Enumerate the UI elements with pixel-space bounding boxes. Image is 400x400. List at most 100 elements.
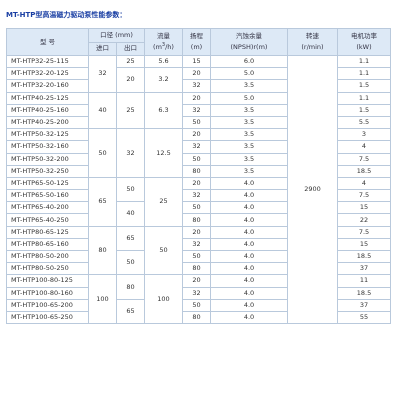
- flow-cell: 3.2: [144, 67, 183, 93]
- inlet-cell: 50: [88, 128, 117, 178]
- head-cell: 50: [182, 152, 211, 166]
- model-cell: MT-HTP50-32-160: [6, 140, 89, 154]
- head-cell: 50: [182, 115, 211, 130]
- inlet-cell: 40: [88, 91, 117, 130]
- power-cell: 4: [337, 176, 391, 191]
- model-cell: MT-HTP80-50-200: [6, 249, 89, 264]
- power-cell: 7.5: [337, 189, 391, 203]
- flow-cell: 50: [144, 225, 183, 276]
- npsh-cell: 3.5: [210, 79, 288, 93]
- model-cell: MT-HTP100-80-125: [6, 274, 89, 288]
- power-cell: 18.5: [337, 286, 391, 300]
- model-cell: MT-HTP80-65-125: [6, 225, 89, 239]
- power-cell: 22: [337, 213, 391, 227]
- model-cell: MT-HTP40-25-125: [6, 91, 89, 105]
- head-cell: 80: [182, 164, 211, 178]
- outlet-cell: 80: [116, 274, 145, 300]
- power-cell: 18.5: [337, 249, 391, 264]
- power-cell: 1.5: [337, 103, 391, 117]
- npsh-cell: 3.5: [210, 152, 288, 166]
- head-cell: 50: [182, 249, 211, 264]
- model-cell: MT-HTP100-65-250: [6, 310, 89, 325]
- model-cell: MT-HTP65-40-200: [6, 201, 89, 215]
- head-cell: 80: [182, 310, 211, 325]
- header-npsh: 汽蚀余量 (NPSH)r(m): [210, 28, 288, 56]
- npsh-cell: 3.5: [210, 164, 288, 178]
- model-cell: MT-HTP50-32-125: [6, 128, 89, 142]
- model-cell: MT-HTP40-25-160: [6, 103, 89, 117]
- inlet-cell: 100: [88, 274, 117, 325]
- head-cell: 20: [182, 225, 211, 239]
- outlet-cell: 50: [116, 249, 145, 276]
- outlet-cell: 25: [116, 91, 145, 130]
- npsh-cell: 4.0: [210, 262, 288, 276]
- model-cell: MT-HTP100-80-160: [6, 286, 89, 300]
- npsh-cell: 3.5: [210, 140, 288, 154]
- speed-cell: 2900: [287, 54, 338, 325]
- pump-spec-table: 型 号 口径 (mm) 流量 (m3/h) 扬程 (m) 汽蚀余量 (NPSH)…: [6, 28, 391, 325]
- power-cell: 5.5: [337, 115, 391, 130]
- header-outlet: 出口: [116, 41, 145, 56]
- header-speed-label: 转速: [306, 32, 319, 40]
- npsh-cell: 5.0: [210, 91, 288, 105]
- spec-title: MT-HTP型高温磁力驱动泵性能参数：: [6, 11, 127, 19]
- power-cell: 55: [337, 310, 391, 325]
- npsh-cell: 4.0: [210, 286, 288, 300]
- power-cell: 37: [337, 298, 391, 312]
- power-cell: 7.5: [337, 152, 391, 166]
- head-cell: 50: [182, 201, 211, 215]
- npsh-cell: 4.0: [210, 310, 288, 325]
- power-cell: 1.5: [337, 79, 391, 93]
- outlet-cell: 65: [116, 298, 145, 325]
- spec-page: MT-HTP型高温磁力驱动泵性能参数： 型 号 口径 (mm) 流量 (m3/h…: [0, 0, 400, 400]
- outlet-cell: 40: [116, 201, 145, 227]
- npsh-cell: 4.0: [210, 176, 288, 191]
- flow-cell: 100: [144, 274, 183, 325]
- flow-cell: 25: [144, 176, 183, 227]
- header-flow: 流量 (m3/h): [144, 28, 183, 56]
- header-speed: 转速 (r/min): [287, 28, 338, 56]
- model-cell: MT-HTP32-25-115: [6, 54, 89, 69]
- npsh-cell: 4.0: [210, 237, 288, 252]
- header-diameter: 口径 (mm): [88, 28, 145, 43]
- npsh-cell: 4.0: [210, 274, 288, 288]
- header-head: 扬程 (m): [182, 28, 211, 56]
- model-cell: MT-HTP50-32-200: [6, 152, 89, 166]
- model-cell: MT-HTP80-50-250: [6, 262, 89, 276]
- npsh-cell: 5.0: [210, 67, 288, 81]
- head-cell: 15: [182, 54, 211, 69]
- inlet-cell: 80: [88, 225, 117, 276]
- header-head-unit: (m): [190, 43, 203, 51]
- head-cell: 80: [182, 213, 211, 227]
- head-cell: 20: [182, 274, 211, 288]
- outlet-cell: 65: [116, 225, 145, 252]
- outlet-cell: 32: [116, 128, 145, 178]
- npsh-cell: 4.0: [210, 213, 288, 227]
- outlet-cell: 20: [116, 67, 145, 93]
- power-cell: 11: [337, 274, 391, 288]
- model-cell: MT-HTP80-65-160: [6, 237, 89, 252]
- power-cell: 37: [337, 262, 391, 276]
- header-flow-label: 流量: [157, 32, 170, 40]
- npsh-cell: 4.0: [210, 201, 288, 215]
- flow-cell: 5.6: [144, 54, 183, 69]
- power-cell: 15: [337, 237, 391, 252]
- outlet-cell: 50: [116, 176, 145, 203]
- header-flow-unit: (m3/h): [153, 41, 174, 51]
- flow-cell: 6.3: [144, 91, 183, 130]
- model-cell: MT-HTP65-50-160: [6, 189, 89, 203]
- npsh-cell: 4.0: [210, 225, 288, 239]
- head-cell: 50: [182, 298, 211, 312]
- outlet-cell: 25: [116, 54, 145, 69]
- head-cell: 32: [182, 79, 211, 93]
- model-cell: MT-HTP65-50-125: [6, 176, 89, 191]
- head-cell: 20: [182, 67, 211, 81]
- flow-cell: 12.5: [144, 128, 183, 178]
- model-cell: MT-HTP40-25-200: [6, 115, 89, 130]
- npsh-cell: 6.0: [210, 54, 288, 69]
- header-npsh-unit: (NPSH)r(m): [230, 43, 268, 51]
- npsh-cell: 4.0: [210, 249, 288, 264]
- power-cell: 1.1: [337, 67, 391, 81]
- power-cell: 18.5: [337, 164, 391, 178]
- head-cell: 20: [182, 128, 211, 142]
